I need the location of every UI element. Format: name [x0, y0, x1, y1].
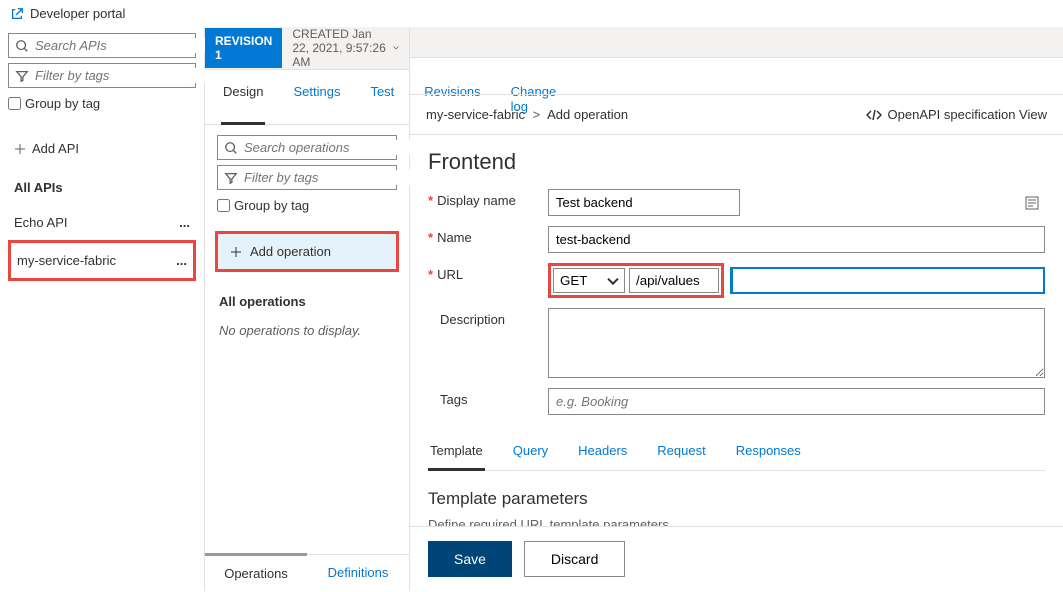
form-icon [1025, 196, 1039, 210]
op-filter-input[interactable] [244, 170, 422, 185]
filter-icon [15, 69, 29, 83]
save-button[interactable]: Save [428, 541, 512, 577]
api-group-label: Group by tag [25, 96, 100, 111]
add-api-button[interactable]: Add API [8, 133, 196, 164]
revision-bar: REVISION 1 CREATED Jan 22, 2021, 9:57:26… [205, 27, 409, 70]
api-filter[interactable] [8, 63, 196, 88]
breadcrumb-row: my-service-fabric > Add operation OpenAP… [410, 95, 1063, 135]
api-item-menu-icon[interactable]: ... [176, 253, 187, 268]
breadcrumb-page: Add operation [547, 107, 628, 122]
revision-created[interactable]: CREATED Jan 22, 2021, 9:57:26 AM [282, 27, 409, 69]
url-extra-input[interactable] [730, 267, 1045, 294]
main-tabs: Design Settings Test Revisions Change lo… [205, 70, 409, 125]
plus-icon [230, 246, 242, 258]
name-label: Name [437, 230, 472, 245]
chevron-down-icon [393, 44, 399, 52]
tab-design[interactable]: Design [221, 78, 265, 125]
footer-tab-operations[interactable]: Operations [205, 553, 307, 591]
description-input[interactable] [548, 308, 1045, 378]
api-filter-input[interactable] [35, 68, 213, 83]
subtab-responses[interactable]: Responses [734, 439, 803, 470]
required-icon: * [428, 230, 433, 245]
url-path-input[interactable] [629, 268, 719, 293]
discard-button[interactable]: Discard [524, 541, 625, 577]
display-name-label: Display name [437, 193, 516, 208]
required-icon: * [428, 267, 433, 282]
param-tabs: Template Query Headers Request Responses [428, 425, 1045, 471]
subtab-request[interactable]: Request [655, 439, 707, 470]
api-group-checkbox[interactable] [8, 97, 21, 110]
filter-icon [224, 171, 238, 185]
plus-icon [14, 143, 26, 155]
name-input[interactable] [548, 226, 1045, 253]
openapi-spec-label: OpenAPI specification View [888, 107, 1047, 122]
search-icon [224, 141, 238, 155]
subtab-query[interactable]: Query [511, 439, 550, 470]
subtab-template[interactable]: Template [428, 439, 485, 471]
developer-portal-link[interactable]: Developer portal [0, 0, 1063, 27]
breadcrumb-api[interactable]: my-service-fabric [426, 107, 525, 122]
breadcrumb: my-service-fabric > Add operation [426, 107, 628, 122]
add-operation-button[interactable]: Add operation [215, 231, 399, 272]
tab-settings[interactable]: Settings [291, 78, 342, 124]
api-item-echo[interactable]: Echo API ... [8, 205, 196, 240]
external-link-icon [10, 7, 24, 21]
api-search-input[interactable] [35, 38, 213, 53]
breadcrumb-sep: > [529, 107, 545, 122]
revision-badge[interactable]: REVISION 1 [205, 28, 282, 68]
template-params-title: Template parameters [428, 471, 1045, 517]
subtab-headers[interactable]: Headers [576, 439, 629, 470]
tags-input[interactable] [548, 388, 1045, 415]
op-filter[interactable] [217, 165, 397, 190]
op-group-label: Group by tag [234, 198, 309, 213]
api-item-label: Echo API [14, 215, 67, 230]
no-operations-text: No operations to display. [217, 319, 397, 342]
add-operation-label: Add operation [250, 244, 331, 259]
description-label: Description [440, 312, 505, 327]
display-name-input[interactable] [548, 189, 740, 216]
method-select[interactable]: GET [553, 268, 625, 293]
op-group-checkbox[interactable] [217, 199, 230, 212]
form-title: Frontend [428, 149, 1045, 175]
tab-test[interactable]: Test [368, 78, 396, 124]
mid-footer-tabs: Operations Definitions [205, 554, 409, 591]
api-item-menu-icon[interactable]: ... [179, 215, 190, 230]
op-group-toggle[interactable]: Group by tag [217, 195, 397, 223]
api-sidebar: Group by tag Add API All APIs Echo API .… [0, 27, 205, 591]
code-icon [866, 108, 882, 122]
openapi-spec-link[interactable]: OpenAPI specification View [866, 107, 1047, 122]
api-search[interactable] [8, 33, 196, 58]
developer-portal-label: Developer portal [30, 6, 125, 21]
api-group-toggle[interactable]: Group by tag [8, 93, 196, 121]
template-params-desc: Define required URL template parameters. [428, 517, 1045, 526]
api-item-my-service-fabric[interactable]: my-service-fabric ... [8, 240, 196, 281]
tags-label: Tags [440, 392, 467, 407]
add-api-label: Add API [32, 141, 79, 156]
required-icon: * [428, 193, 433, 208]
operations-panel: REVISION 1 CREATED Jan 22, 2021, 9:57:26… [205, 27, 410, 591]
all-apis-header[interactable]: All APIs [8, 164, 196, 205]
all-operations-header[interactable]: All operations [217, 280, 397, 319]
footer-tab-definitions[interactable]: Definitions [307, 555, 409, 591]
api-item-label: my-service-fabric [17, 253, 116, 268]
search-icon [15, 39, 29, 53]
revision-created-text: CREATED Jan 22, 2021, 9:57:26 AM [292, 27, 387, 69]
action-buttons: Save Discard [410, 526, 1063, 591]
op-search-input[interactable] [244, 140, 422, 155]
editor-panel: my-service-fabric > Add operation OpenAP… [410, 27, 1063, 591]
url-label: URL [437, 267, 463, 282]
op-search[interactable] [217, 135, 397, 160]
